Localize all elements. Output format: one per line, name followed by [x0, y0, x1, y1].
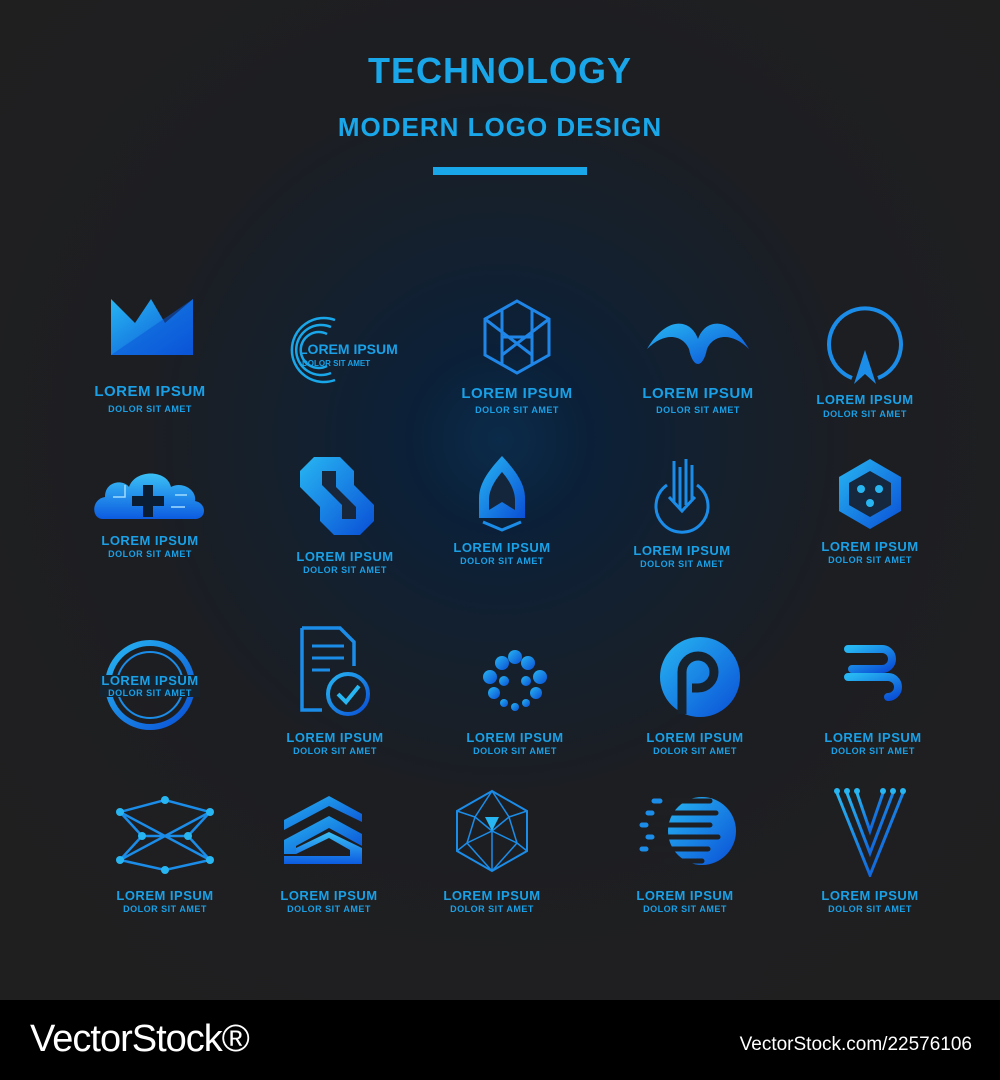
logo-tagline: DOLOR SIT AMET: [828, 904, 912, 914]
logo-sheet: TECHNOLOGY MODERN LOGO DESIGN LOREM IPSU…: [0, 0, 1000, 1000]
logo-name: LOREM IPSUM: [816, 392, 914, 407]
page-title: TECHNOLOGY: [367, 50, 632, 91]
logo-card-chevron-stack: LOREM IPSUM DOLOR SIT AMET: [234, 792, 424, 962]
speed-circle-icon: [639, 797, 736, 865]
image-id: VectorStock.com/22576106: [739, 1034, 972, 1055]
logo-tagline: DOLOR SIT AMET: [302, 359, 371, 368]
circle-bars-icon: [654, 459, 710, 534]
logo-card-letter-p: LOREM IPSUM DOLOR SIT AMET: [600, 632, 790, 802]
logo-name: LOREM IPSUM: [299, 341, 398, 357]
logo-name: LOREM IPSUM: [821, 539, 919, 554]
logo-tagline: DOLOR SIT AMET: [108, 549, 192, 559]
logo-card-circle-bars: LOREM IPSUM DOLOR SIT AMET: [587, 455, 777, 625]
logo-card-wings: LOREM IPSUM DOLOR SIT AMET: [603, 295, 793, 465]
logo-name: LOREM IPSUM: [461, 385, 573, 402]
watermark-bar: VectorStock® VectorStock.com/22576106: [0, 1000, 1000, 1080]
logo-name: LOREM IPSUM: [824, 730, 922, 745]
document-check-icon: [300, 626, 370, 716]
hexagon-dice-icon: [839, 459, 901, 529]
wings-icon: [647, 323, 749, 364]
logo-name: LOREM IPSUM: [443, 888, 541, 903]
cloud-plus-icon: [94, 473, 204, 519]
chevron-stack-icon: [284, 796, 362, 864]
logo-name: LOREM IPSUM: [453, 540, 551, 555]
logo-card-ring-badge: LOREM IPSUM DOLOR SIT AMET: [55, 625, 245, 795]
logo-name: LOREM IPSUM: [101, 533, 199, 548]
logo-card-network: LOREM IPSUM DOLOR SIT AMET: [70, 792, 260, 962]
logo-name: LOREM IPSUM: [466, 730, 564, 745]
page-subtitle: MODERN LOGO DESIGN: [337, 112, 663, 142]
logo-card-document-check: LOREM IPSUM DOLOR SIT AMET: [240, 622, 430, 792]
logo-card-dotted-sphere: LOREM IPSUM DOLOR SIT AMET: [420, 637, 610, 807]
letter-h-hexagon-icon: [483, 299, 551, 375]
logo-name: LOREM IPSUM: [101, 673, 199, 688]
logo-name: LOREM IPSUM: [116, 888, 214, 903]
logo-card-cloud: LOREM IPSUM DOLOR SIT AMET: [55, 455, 245, 625]
logo-tagline: DOLOR SIT AMET: [460, 556, 544, 566]
logo-tagline: DOLOR SIT AMET: [108, 404, 192, 414]
dotted-sphere-icon: [483, 650, 547, 711]
logo-tagline: DOLOR SIT AMET: [640, 559, 724, 569]
logo-card-letter-h: LOREM IPSUM DOLOR SIT AMET: [422, 295, 612, 465]
crown-icon: [111, 299, 193, 355]
logo-name: LOREM IPSUM: [642, 385, 754, 402]
logo-name: LOREM IPSUM: [821, 888, 919, 903]
logo-name: LOREM IPSUM: [636, 888, 734, 903]
logo-name: LOREM IPSUM: [280, 888, 378, 903]
logo-card-drop-gem: LOREM IPSUM DOLOR SIT AMET: [407, 448, 597, 618]
logo-tagline: DOLOR SIT AMET: [123, 904, 207, 914]
title-underline: [433, 167, 587, 175]
logo-name: LOREM IPSUM: [646, 730, 744, 745]
logo-tagline: DOLOR SIT AMET: [287, 904, 371, 914]
letter-d-stripes-icon: [844, 645, 902, 713]
logo-tagline: DOLOR SIT AMET: [293, 746, 377, 756]
logo-tagline: DOLOR SIT AMET: [473, 746, 557, 756]
logo-tagline: DOLOR SIT AMET: [828, 555, 912, 565]
hexagon-mesh-icon: [456, 789, 528, 873]
logo-tagline: DOLOR SIT AMET: [475, 405, 559, 415]
logo-card-letter-v: LOREM IPSUM DOLOR SIT AMET: [775, 787, 965, 957]
logo-tagline: DOLOR SIT AMET: [450, 904, 534, 914]
logo-card-letter-d: LOREM IPSUM DOLOR SIT AMET: [778, 637, 968, 807]
logo-tagline: DOLOR SIT AMET: [108, 688, 192, 698]
logo-name: LOREM IPSUM: [633, 543, 731, 558]
circle-arrow-icon: [827, 306, 903, 384]
logo-tagline: DOLOR SIT AMET: [831, 746, 915, 756]
logo-tagline: DOLOR SIT AMET: [653, 746, 737, 756]
letter-p-circle-icon: [660, 637, 740, 717]
logo-tagline: DOLOR SIT AMET: [643, 904, 727, 914]
logo-name: LOREM IPSUM: [94, 383, 206, 400]
logo-card-hexagon-mesh: LOREM IPSUM DOLOR SIT AMET: [397, 787, 587, 957]
logo-tagline: DOLOR SIT AMET: [823, 409, 907, 419]
logo-card-hexagon-dice: LOREM IPSUM DOLOR SIT AMET: [775, 455, 965, 625]
brand-logo: VectorStock®: [30, 1018, 250, 1060]
logo-tagline: DOLOR SIT AMET: [656, 405, 740, 415]
logo-card-crown: LOREM IPSUM DOLOR SIT AMET: [55, 285, 245, 455]
logo-card-speed-circle: LOREM IPSUM DOLOR SIT AMET: [590, 787, 780, 957]
network-nodes-icon: [116, 796, 214, 874]
logo-name: LOREM IPSUM: [286, 730, 384, 745]
drop-gem-icon: [479, 456, 525, 532]
letter-v-circuit-icon: [834, 788, 906, 877]
logo-card-circle-arrow: LOREM IPSUM DOLOR SIT AMET: [770, 300, 960, 470]
